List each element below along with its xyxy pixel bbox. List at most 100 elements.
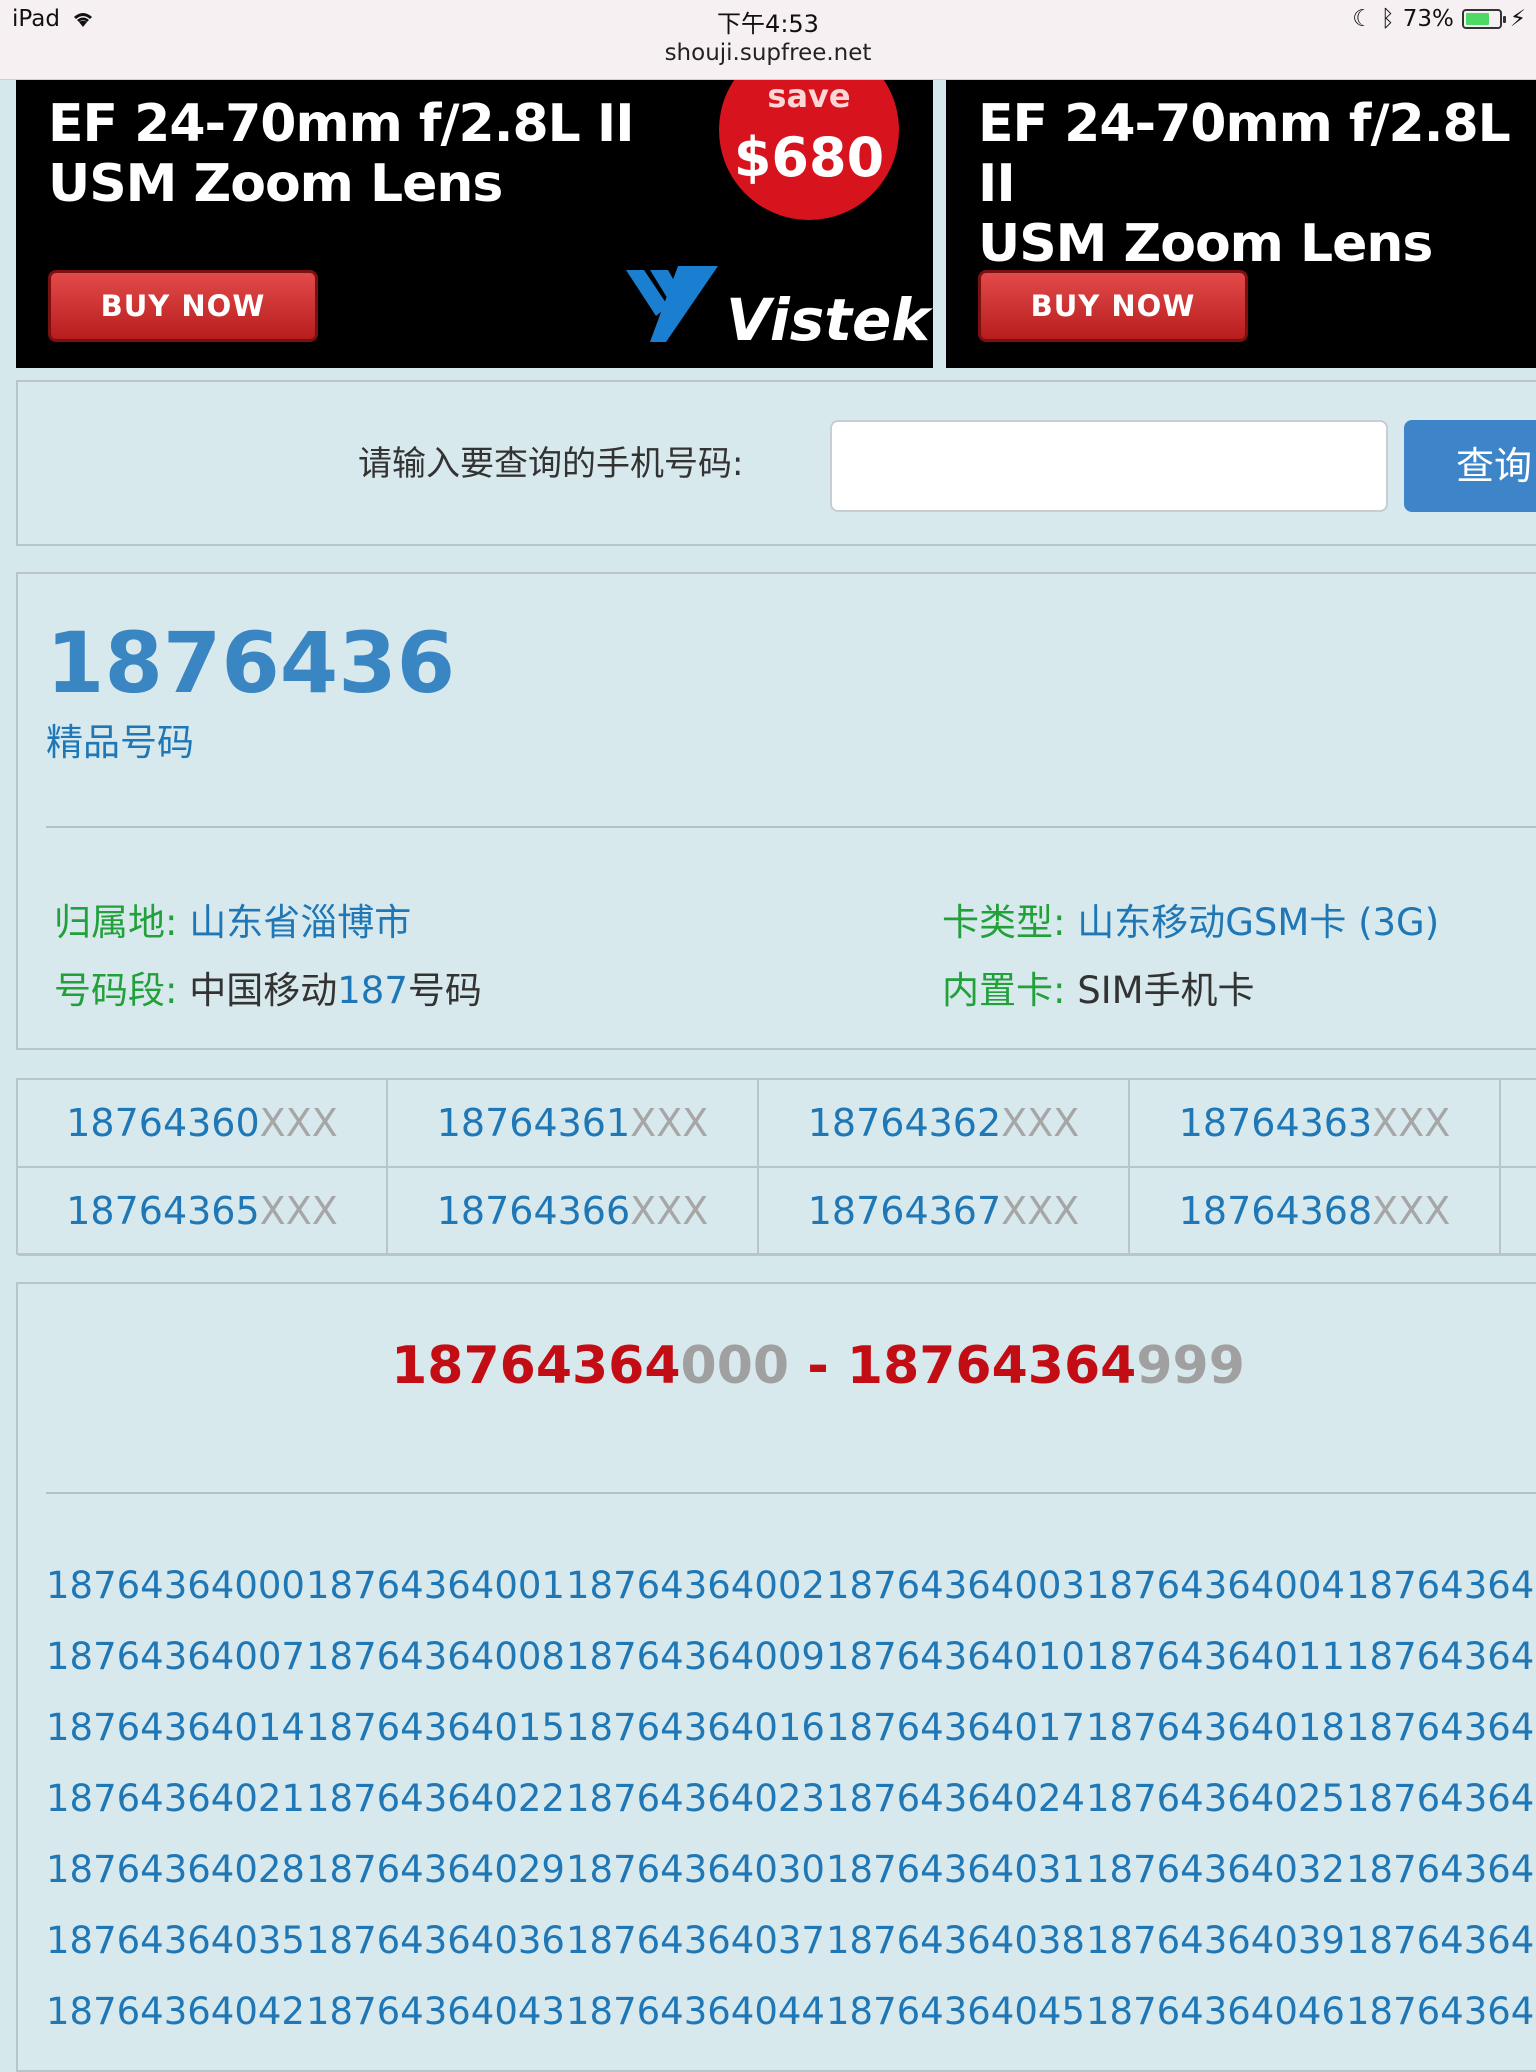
location-value[interactable]: 山东省淄博市 — [189, 901, 411, 944]
number-link[interactable]: 18764364024 — [826, 1777, 1086, 1820]
number-info-panel: 1876436 精品号码 归属地: 山东省淄博市 卡类型: 山东移动GSM卡 (… — [16, 572, 1536, 1050]
charging-icon: ⚡ — [1509, 6, 1526, 32]
prefix-cell[interactable]: 18764361XXX — [388, 1080, 759, 1168]
number-link[interactable]: 18764364044 — [566, 1990, 826, 2033]
number-link[interactable]: 18764364016 — [566, 1706, 826, 1749]
ad-title-line1: EF 24-70mm f/2.8L II — [978, 94, 1511, 214]
prefix-cell-number: 18764360 — [66, 1101, 260, 1145]
number-link[interactable]: 18764364009 — [566, 1635, 826, 1678]
number-link[interactable]: 18764364029 — [306, 1848, 566, 1891]
prefix-cell[interactable]: 18764363XXX — [1130, 1080, 1501, 1168]
buy-now-button[interactable]: BUY NOW — [978, 270, 1248, 342]
divider — [46, 1492, 1536, 1494]
number-link[interactable]: 18764364018 — [1086, 1706, 1346, 1749]
number-link[interactable]: 18764364000 — [46, 1564, 306, 1607]
range-start-suffix: 000 — [680, 1336, 790, 1396]
ad-title-line1: EF 24-70mm f/2.8L II — [48, 94, 635, 154]
prefix-cell[interactable]: 18764365XXX — [18, 1168, 388, 1256]
number-link[interactable]: 18764364031 — [826, 1848, 1086, 1891]
number-link[interactable]: 18764364002 — [566, 1564, 826, 1607]
buy-now-button[interactable]: BUY NOW — [48, 270, 318, 342]
number-link[interactable]: 18764364017 — [826, 1706, 1086, 1749]
number-link[interactable]: 18764364046 — [1086, 1990, 1346, 2033]
number-link[interactable]: 18764364038 — [826, 1919, 1086, 1962]
number-link[interactable]: 18764364036 — [306, 1919, 566, 1962]
phone-number-input[interactable] — [830, 420, 1388, 512]
number-link[interactable]: 18764364003 — [826, 1564, 1086, 1607]
ad-banner-2[interactable]: EF 24-70mm f/2.8L II USM Zoom Lens BUY N… — [946, 80, 1536, 368]
number-link[interactable]: 18764364035 — [46, 1919, 306, 1962]
number-heading: 1876436 — [46, 614, 456, 712]
prefix-cell-number: 18764361 — [436, 1101, 631, 1145]
number-link[interactable]: 18764364030 — [566, 1848, 826, 1891]
number-link[interactable]: 18764364007 — [46, 1635, 306, 1678]
number-row: 1876436401418764364015187643640161876436… — [46, 1706, 1536, 1777]
number-link[interactable]: 1876436402 — [1346, 1777, 1536, 1820]
prefix-cell[interactable]: 18764362XXX — [759, 1080, 1130, 1168]
prefix-cell-suffix: XXX — [1372, 1189, 1451, 1233]
number-link[interactable]: 18764364004 — [1086, 1564, 1346, 1607]
segment-number-link[interactable]: 187 — [337, 969, 408, 1012]
number-link[interactable]: 18764364045 — [826, 1990, 1086, 2033]
ad-title: EF 24-70mm f/2.8L II USM Zoom Lens — [978, 94, 1536, 274]
prefix-cell-suffix: XXX — [259, 1189, 338, 1233]
prefix-cell[interactable]: 18764360XXX — [18, 1080, 388, 1168]
badge-price: $680 — [733, 126, 885, 189]
number-link[interactable]: 18764364021 — [46, 1777, 306, 1820]
number-link[interactable]: 18764364037 — [566, 1919, 826, 1962]
number-link[interactable]: 18764364010 — [826, 1635, 1086, 1678]
number-link[interactable]: 18764364015 — [306, 1706, 566, 1749]
number-link[interactable]: 18764364042 — [46, 1990, 306, 2033]
number-link[interactable]: 18764364014 — [46, 1706, 306, 1749]
segment-carrier: 中国移动 — [189, 969, 338, 1012]
prefix-cell-number: 18764368 — [1178, 1189, 1373, 1233]
number-link[interactable]: 18764364039 — [1086, 1919, 1346, 1962]
number-link[interactable]: 18764364022 — [306, 1777, 566, 1820]
number-link[interactable]: 18764364023 — [566, 1777, 826, 1820]
vistek-logo-text: Vistek — [726, 286, 930, 354]
number-range-panel: 18764364000 - 18764364999 18764364000187… — [16, 1282, 1536, 2072]
status-bar: iPad 下午4:53 shouji.supfree.net ☾ ᛒ 73% ⚡ — [0, 0, 1536, 80]
prefix-cell-suffix: XXX — [1001, 1101, 1080, 1145]
ad-title-line2: USM Zoom Lens — [978, 214, 1433, 274]
prefix-cell-number: 18764362 — [807, 1101, 1002, 1145]
number-link[interactable]: 1876436403 — [1346, 1848, 1536, 1891]
number-link[interactable]: 18764364043 — [306, 1990, 566, 2033]
number-row: 1876436403518764364036187643640371876436… — [46, 1919, 1536, 1990]
number-link[interactable]: 18764364001 — [306, 1564, 566, 1607]
range-start-prefix: 18764364 — [391, 1336, 681, 1396]
prefix-cell-partial[interactable] — [1501, 1080, 1536, 1168]
number-row: 1876436402818764364029187643640301876436… — [46, 1848, 1536, 1919]
number-link[interactable]: 1876436400 — [1346, 1564, 1536, 1607]
status-right: ☾ ᛒ 73% ⚡ — [1352, 6, 1526, 32]
premium-number-label: 精品号码 — [46, 721, 194, 764]
number-link[interactable]: 1876436404 — [1346, 1919, 1536, 1962]
number-link[interactable]: 1876436401 — [1346, 1706, 1536, 1749]
number-link[interactable]: 1876436404 — [1346, 1990, 1536, 2033]
segment-suffix: 号码 — [407, 969, 482, 1012]
card-type-value[interactable]: 山东移动GSM卡 (3G) — [1077, 901, 1439, 944]
sim-row: 内置卡: SIM手机卡 — [942, 960, 1255, 1014]
number-link[interactable]: 18764364032 — [1086, 1848, 1346, 1891]
prefix-cell-suffix: XXX — [630, 1189, 709, 1233]
address-bar-url[interactable]: shouji.supfree.net — [0, 40, 1536, 66]
card-type-row: 卡类型: 山东移动GSM卡 (3G) — [942, 892, 1439, 946]
battery-percent: 73% — [1402, 6, 1454, 32]
number-link[interactable]: 18764364011 — [1086, 1635, 1346, 1678]
battery-level — [1465, 13, 1490, 25]
ad-banner-1[interactable]: EF 24-70mm f/2.8L II USM Zoom Lens save … — [16, 80, 933, 368]
number-row: 1876436400018764364001187643640021876436… — [46, 1564, 1536, 1635]
ad-title-line2: USM Zoom Lens — [48, 154, 503, 214]
prefix-cell-partial[interactable] — [1501, 1168, 1536, 1256]
number-link[interactable]: 18764364025 — [1086, 1777, 1346, 1820]
prefix-cell[interactable]: 18764367XXX — [759, 1168, 1130, 1256]
divider — [46, 826, 1536, 828]
query-button[interactable]: 查询 — [1404, 420, 1536, 512]
prefix-cell[interactable]: 18764366XXX — [388, 1168, 759, 1256]
number-link[interactable]: 18764364008 — [306, 1635, 566, 1678]
location-label: 归属地: — [54, 901, 178, 944]
prefix-cell[interactable]: 18764368XXX — [1130, 1168, 1501, 1256]
number-link[interactable]: 1876436401 — [1346, 1635, 1536, 1678]
number-list: 1876436400018764364001187643640021876436… — [46, 1564, 1536, 2061]
number-link[interactable]: 18764364028 — [46, 1848, 306, 1891]
